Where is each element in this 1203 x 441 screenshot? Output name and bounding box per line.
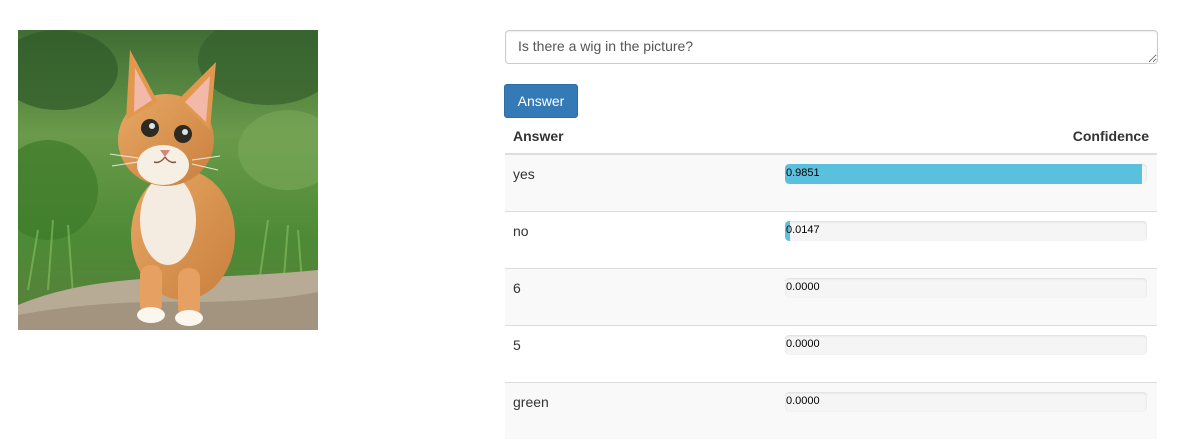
results-header-row: Answer Confidence — [505, 119, 1157, 155]
confidence-value: 0.0000 — [786, 280, 820, 293]
table-row: yes 0.9851 — [505, 153, 1157, 211]
confidence-value: 0.0147 — [786, 223, 820, 236]
confidence-value: 0.9851 — [786, 167, 820, 179]
confidence-bar-fill — [785, 164, 1142, 184]
answer-text: no — [505, 210, 769, 268]
confidence-column-header: Confidence — [769, 119, 1157, 155]
confidence-cell: 0.0000 — [769, 381, 1157, 439]
kitten-photo — [18, 30, 318, 330]
confidence-value: 0.0000 — [786, 337, 820, 350]
vqa-demo-page: Is there a wig in the picture? Answer An… — [0, 0, 1203, 441]
table-row: 6 0.0000 — [505, 267, 1157, 325]
answer-text: 6 — [505, 267, 769, 325]
confidence-bar: 0.0000 — [785, 334, 1147, 355]
results-table: Answer Confidence yes 0.9851 no 0.0147 6… — [505, 119, 1157, 439]
answer-column-header: Answer — [505, 119, 769, 155]
answer-text: 5 — [505, 324, 769, 382]
answer-button[interactable]: Answer — [504, 84, 578, 118]
confidence-value: 0.0000 — [786, 394, 820, 407]
table-row: 5 0.0000 — [505, 324, 1157, 382]
confidence-bar: 0.0147 — [785, 220, 1147, 241]
confidence-cell: 0.9851 — [769, 153, 1157, 211]
answer-text: green — [505, 381, 769, 439]
answer-text: yes — [505, 153, 769, 211]
table-row: no 0.0147 — [505, 210, 1157, 268]
confidence-bar: 0.0000 — [785, 391, 1147, 412]
table-row: green 0.0000 — [505, 381, 1157, 439]
confidence-cell: 0.0147 — [769, 210, 1157, 268]
confidence-bar: 0.0000 — [785, 277, 1147, 298]
confidence-cell: 0.0000 — [769, 324, 1157, 382]
kitten-photo-illustration — [18, 30, 318, 330]
confidence-bar: 0.9851 — [785, 164, 1147, 184]
confidence-cell: 0.0000 — [769, 267, 1157, 325]
question-input[interactable]: Is there a wig in the picture? — [505, 30, 1158, 64]
